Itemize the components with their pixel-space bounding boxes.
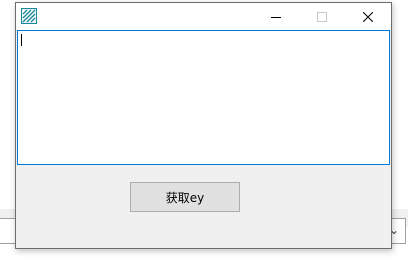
- app-icon: [20, 7, 38, 25]
- minimize-button[interactable]: [253, 3, 299, 30]
- text-caret: [21, 34, 22, 46]
- maximize-button[interactable]: [299, 3, 345, 30]
- text-area[interactable]: [17, 30, 390, 165]
- title-bar[interactable]: [16, 3, 391, 30]
- close-icon: [363, 11, 373, 22]
- get-key-button[interactable]: 获取ey: [130, 182, 240, 212]
- minimize-icon: [271, 16, 281, 18]
- close-button[interactable]: [345, 3, 391, 30]
- maximize-icon: [317, 11, 327, 22]
- app-window: 获取ey: [15, 2, 392, 249]
